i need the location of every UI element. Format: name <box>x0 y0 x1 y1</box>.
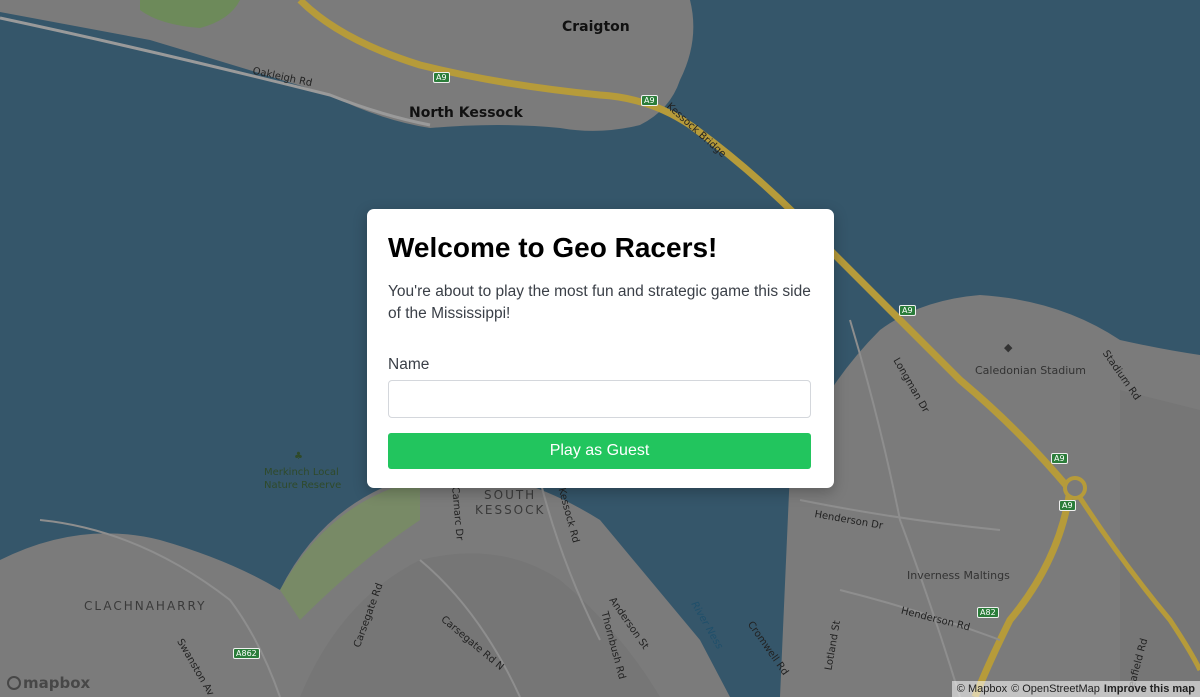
roundabout <box>1063 476 1087 500</box>
poi-merkinch-line1: Merkinch Local <box>264 467 339 478</box>
poi-merkinch-line2: Nature Reserve <box>264 480 342 491</box>
welcome-modal: Welcome to Geo Racers! You're about to p… <box>367 209 834 488</box>
improve-map-link[interactable]: Improve this map <box>1104 683 1195 695</box>
place-craigton: Craigton <box>562 19 630 35</box>
place-north-kessock: North Kessock <box>409 105 523 121</box>
modal-description: You're about to play the most fun and st… <box>388 283 811 322</box>
road-shield-a9: A9 <box>1059 500 1076 511</box>
mapbox-logo[interactable]: mapbox <box>7 674 90 692</box>
place-south-kessock-line2: KESSOCK <box>475 503 546 517</box>
mapbox-logo-text: mapbox <box>23 674 91 692</box>
road-shield-a9: A9 <box>1051 453 1068 464</box>
road-shield-a9: A9 <box>641 95 658 106</box>
road-shield-a82: A82 <box>977 607 999 618</box>
modal-title: Welcome to Geo Racers! <box>388 232 718 263</box>
name-input[interactable] <box>388 380 811 418</box>
play-as-guest-button[interactable]: Play as Guest <box>388 433 811 469</box>
map-attribution: © Mapbox © OpenStreetMap Improve this ma… <box>951 681 1200 697</box>
poi-inverness-maltings: Inverness Maltings <box>907 569 1010 582</box>
place-south-kessock-line1: SOUTH <box>484 488 537 502</box>
attribution-osm-link[interactable]: © OpenStreetMap <box>1011 683 1100 695</box>
mapbox-logo-icon <box>7 676 21 690</box>
name-label: Name <box>388 356 430 373</box>
tree-icon: ♣ <box>294 451 303 462</box>
stadium-icon: ◆ <box>1004 341 1013 354</box>
attribution-mapbox-link[interactable]: © Mapbox <box>957 683 1007 695</box>
road-shield-a9: A9 <box>899 305 916 316</box>
place-clachnaharry: CLACHNAHARRY <box>84 599 207 613</box>
poi-caledonian-stadium: Caledonian Stadium <box>975 364 1086 377</box>
road-shield-a9: A9 <box>433 72 450 83</box>
road-shield-a862: A862 <box>233 648 260 659</box>
